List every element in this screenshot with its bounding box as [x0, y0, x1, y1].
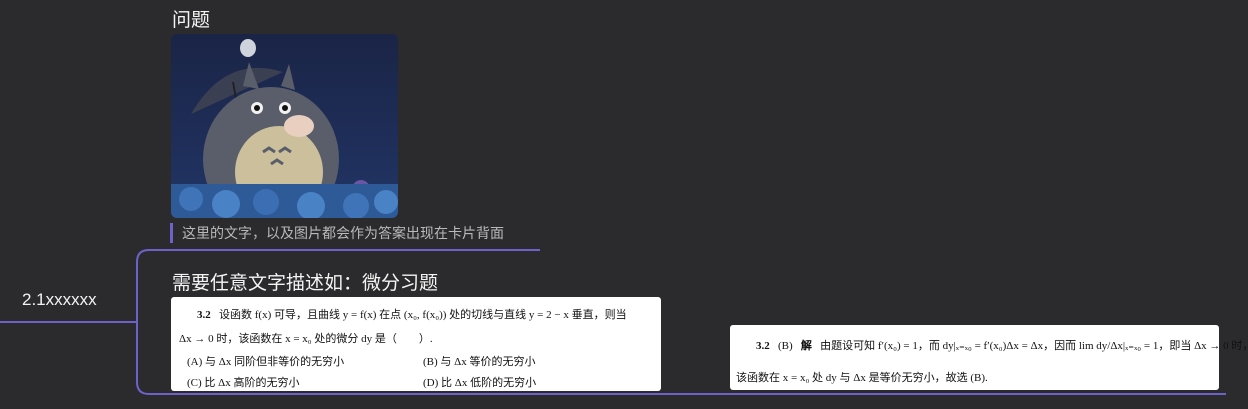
card-title: 需要任意文字描述如：微分习题	[172, 273, 439, 294]
question-number: 3.2	[197, 309, 211, 321]
answer-solve-label: 解	[800, 340, 812, 352]
option-d: (D) 比 Δx 低阶的无穷小	[423, 377, 537, 389]
question-image[interactable]: 3.2 设函数 f(x) 可导，且曲线 y = f(x) 在点 (x₀, f(x…	[171, 297, 661, 391]
option-b: (B) 与 Δx 等价的无穷小	[423, 356, 536, 368]
answer-choice: (B)	[778, 340, 793, 352]
answer-line-1: 由题设可知 f′(x₀) = 1，而 dy|ₓ₌ₓ₀ = f′(x₀)Δx = …	[820, 340, 1248, 352]
answer-number: 3.2	[756, 340, 770, 352]
option-c: (C) 比 Δx 高阶的无穷小	[187, 377, 300, 389]
root-node-label[interactable]: 2.1xxxxxx	[22, 290, 97, 310]
mindmap-canvas: 2.1xxxxxx 问题 这里的文字，以及图片都会作为答案出现在卡片背面 需要任…	[0, 0, 1248, 409]
question-line-1: 设函数 f(x) 可导，且曲线 y = f(x) 在点 (x₀, f(x₀)) …	[219, 309, 627, 321]
question-title: 问题	[172, 10, 211, 31]
totoro-image[interactable]	[171, 34, 398, 218]
answer-note: 这里的文字，以及图片都会作为答案出现在卡片背面	[170, 223, 504, 243]
question-line-2: Δx → 0 时，该函数在 x = x₀ 处的微分 dy 是（ ）.	[179, 333, 433, 345]
option-a: (A) 与 Δx 同阶但非等价的无穷小	[187, 356, 345, 368]
answer-image[interactable]: 3.2 (B) 解 由题设可知 f′(x₀) = 1，而 dy|ₓ₌ₓ₀ = f…	[730, 325, 1248, 390]
answer-line-2: 该函数在 x = x₀ 处 dy 与 Δx 是等价无穷小，故选 (B).	[736, 372, 988, 384]
